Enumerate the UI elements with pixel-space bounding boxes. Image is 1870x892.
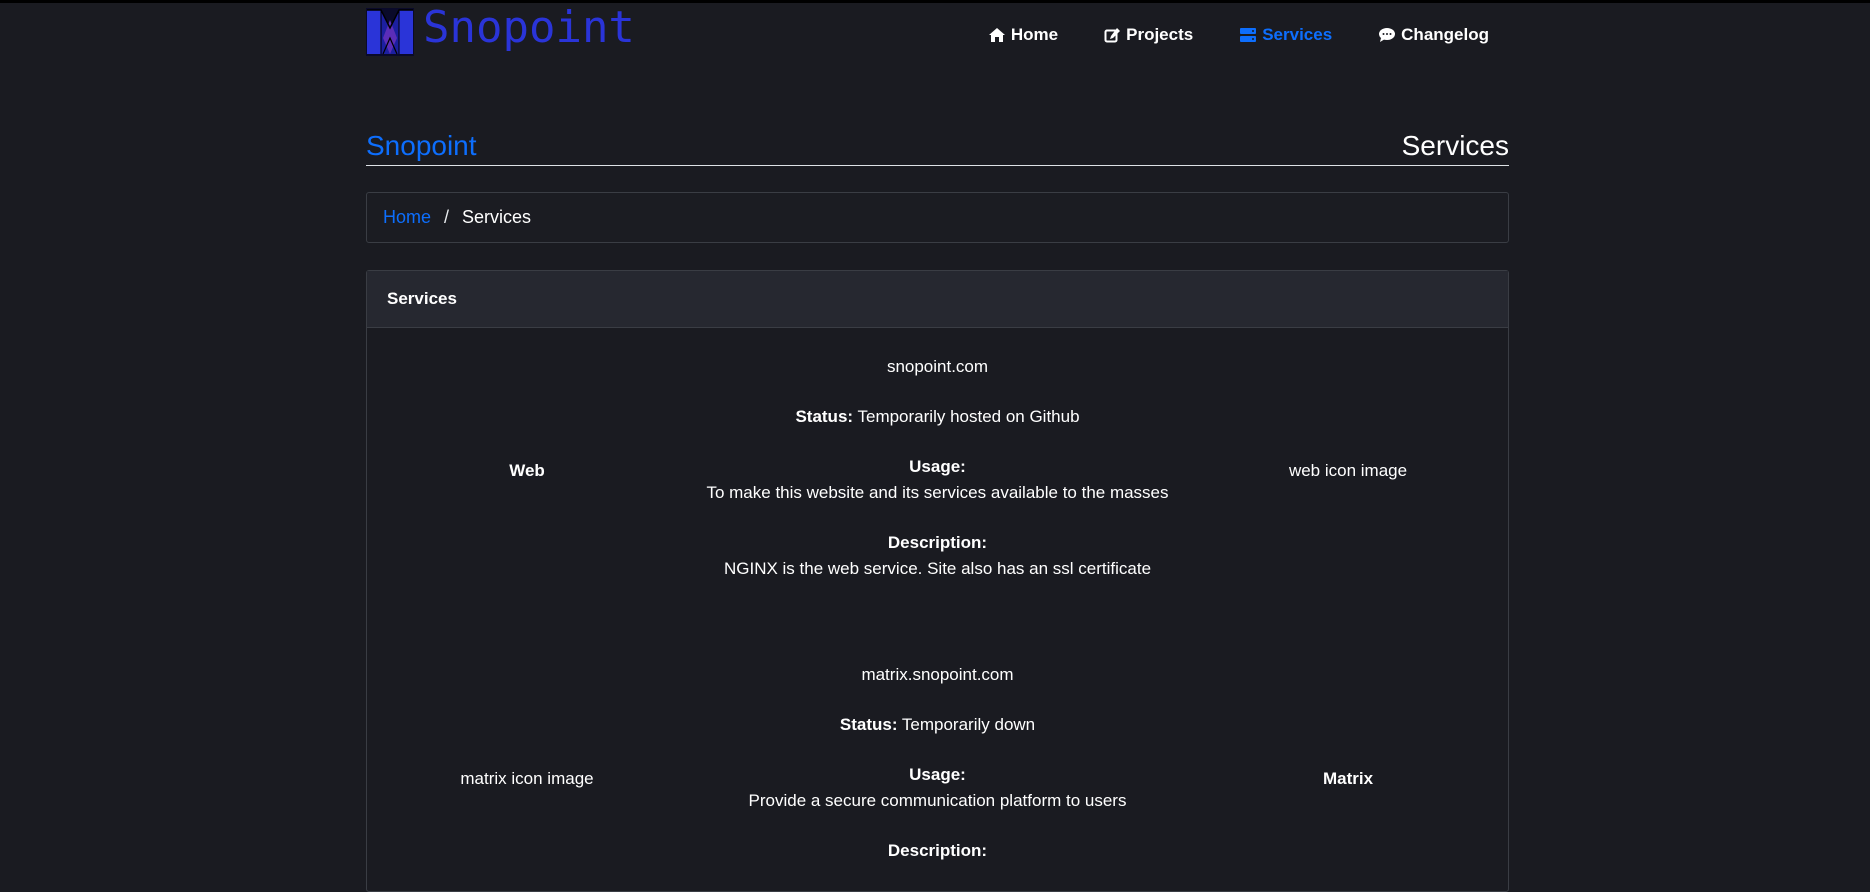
status-label: Status: xyxy=(795,407,854,426)
service-name: Web xyxy=(377,461,677,481)
breadcrumb-current: Services xyxy=(462,207,532,227)
nav-changelog-label: Changelog xyxy=(1401,25,1489,44)
service-domain: matrix.snopoint.com xyxy=(861,665,1014,684)
nav-services[interactable]: Services xyxy=(1239,25,1332,45)
brand-name: Snopoint xyxy=(423,2,635,53)
title-row: Snopoint Services xyxy=(366,130,1509,166)
service-details: snopoint.com Status: Temporarily hosted … xyxy=(667,354,1208,606)
snopoint-logo-icon xyxy=(366,8,414,56)
service-description: Description: NGINX is the web service. Si… xyxy=(667,530,1208,582)
description-label: Description: xyxy=(887,533,988,552)
site-title-link[interactable]: Snopoint xyxy=(366,130,477,162)
service-name-label: Web xyxy=(509,461,545,480)
status-label: Status: xyxy=(839,715,898,734)
breadcrumb-home-link[interactable]: Home xyxy=(383,207,431,228)
service-usage: Usage: Provide a secure communication pla… xyxy=(667,762,1208,814)
usage-label: Usage: xyxy=(909,765,966,784)
services-card: Services Web snopoint.com Status: Tempor… xyxy=(366,270,1509,892)
breadcrumb-separator: / xyxy=(444,207,450,227)
nav-home[interactable]: Home xyxy=(988,25,1058,45)
nav-services-label: Services xyxy=(1262,25,1333,44)
brand-logo[interactable]: Snopoint xyxy=(366,2,635,56)
service-image: matrix icon image xyxy=(377,769,677,789)
description-label: Description: xyxy=(887,841,988,860)
service-usage: Usage: To make this website and its servi… xyxy=(667,454,1208,506)
card-header: Services xyxy=(367,271,1508,328)
home-icon xyxy=(988,28,1005,42)
service-image: web icon image xyxy=(1198,461,1498,481)
page-title: Services xyxy=(1401,130,1509,161)
status-value: Temporarily down xyxy=(901,715,1036,734)
service-status: Status: Temporarily down xyxy=(667,712,1208,738)
usage-value: Provide a secure communication platform … xyxy=(748,791,1127,810)
broken-image-icon: matrix icon image xyxy=(460,769,593,789)
usage-value: To make this website and its services av… xyxy=(706,483,1169,502)
nav-changelog[interactable]: Changelog xyxy=(1378,25,1489,45)
service-name: Matrix xyxy=(1198,769,1498,789)
top-border xyxy=(0,0,1870,3)
service-name-label: Matrix xyxy=(1322,769,1374,788)
image-alt-text: web icon image xyxy=(1288,461,1408,480)
nav-home-label: Home xyxy=(1010,25,1059,44)
usage-label: Usage: xyxy=(909,457,966,476)
breadcrumb: Home / Services xyxy=(366,192,1509,243)
service-description: Description: xyxy=(667,838,1208,864)
service-domain: snopoint.com xyxy=(886,357,989,376)
broken-image-icon: web icon image xyxy=(1289,461,1407,481)
edit-icon xyxy=(1104,28,1121,43)
main-nav: Home Projects Services Changelog xyxy=(942,25,1489,45)
comment-icon xyxy=(1379,28,1396,42)
description-value: NGINX is the web service. Site also has … xyxy=(723,559,1152,578)
service-details: matrix.snopoint.com Status: Temporarily … xyxy=(667,662,1208,888)
nav-projects[interactable]: Projects xyxy=(1104,25,1193,45)
image-alt-text: matrix icon image xyxy=(460,769,594,788)
server-icon xyxy=(1240,28,1257,42)
nav-projects-label: Projects xyxy=(1126,25,1194,44)
service-status: Status: Temporarily hosted on Github xyxy=(667,404,1208,430)
status-value: Temporarily hosted on Github xyxy=(857,407,1080,426)
